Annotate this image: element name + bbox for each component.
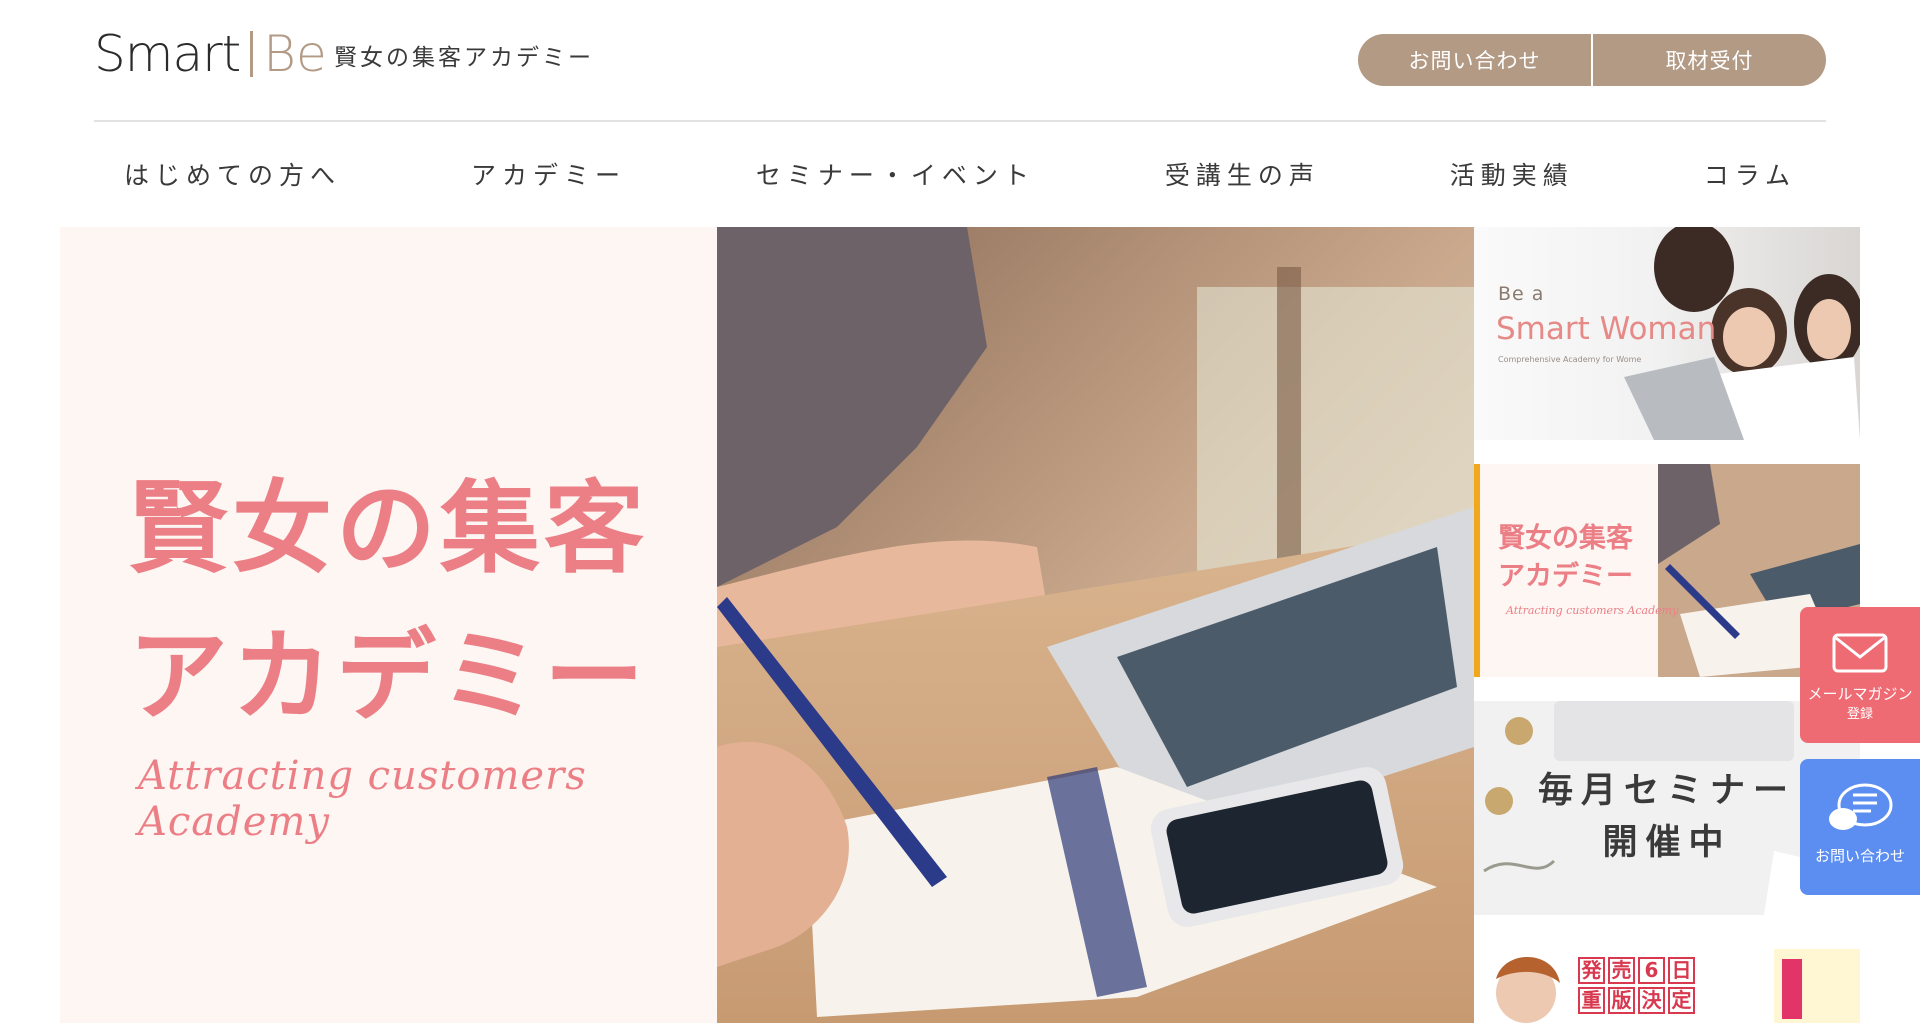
book-char: 決 [1638, 987, 1665, 1014]
book-char: 発 [1578, 957, 1605, 984]
banner-book[interactable]: 発 売 6 日 重 版 決 定 [1474, 939, 1860, 1023]
nav-item-achievements[interactable]: 活動実績 [1420, 156, 1604, 192]
banner-be-a: Be a [1498, 283, 1545, 305]
nav-item-column[interactable]: コラム [1674, 156, 1826, 192]
hero-text-panel: 賢女の集客 アカデミー Attracting customers Academy [60, 227, 717, 1023]
nav-item-seminar-event[interactable]: セミナー・イベント [726, 156, 1065, 192]
book-char: 版 [1608, 987, 1635, 1014]
site-logo[interactable]: Smart Be [94, 24, 327, 84]
banner-academy-title: 賢女の集客 アカデミー [1498, 523, 1633, 592]
press-button[interactable]: 取材受付 [1591, 34, 1826, 86]
hero-slider[interactable]: 賢女の集客 アカデミー Attracting customers Academy [60, 227, 1474, 1023]
hero-title: 賢女の集客 アカデミー [128, 470, 648, 735]
book-char: 日 [1668, 957, 1695, 984]
main-nav: はじめての方へ アカデミー セミナー・イベント 受講生の声 活動実績 コラム [94, 148, 1826, 200]
chat-bubble-icon [1829, 783, 1893, 830]
nav-item-academy[interactable]: アカデミー [441, 156, 656, 192]
site-header: Smart Be 賢女の集客アカデミー お問い合わせ 取材受付 [0, 0, 1920, 120]
book-char: 定 [1668, 987, 1695, 1014]
banner-smart-woman-caption: Comprehensive Academy for Wome [1498, 355, 1642, 364]
logo-smart-text: Smart [94, 25, 241, 83]
contact-tab-label: お問い合わせ [1814, 847, 1905, 865]
mail-magazine-tab[interactable]: メールマガジン 登録 [1800, 607, 1920, 743]
book-char: 重 [1578, 987, 1605, 1014]
nav-item-beginners[interactable]: はじめての方へ [94, 156, 371, 192]
contact-button[interactable]: お問い合わせ [1358, 34, 1591, 86]
mail-magazine-sub: 登録 [1846, 707, 1873, 722]
logo-bar [250, 31, 254, 77]
banner-academy-subtitle: Attracting customers Academy [1506, 604, 1679, 617]
mail-magazine-label: メールマガジン [1807, 685, 1913, 703]
banner-book-headline: 発 売 6 日 重 版 決 定 [1578, 957, 1695, 1014]
nav-item-testimonials[interactable]: 受講生の声 [1135, 156, 1350, 192]
banner-smart-woman[interactable]: Be a Smart Woman Comprehensive Academy f… [1474, 227, 1860, 440]
site-tagline: 賢女の集客アカデミー [334, 45, 594, 71]
logo-be-text: Be [263, 25, 327, 83]
book-char: 売 [1608, 957, 1635, 984]
hero-subtitle: Attracting customers Academy [138, 753, 587, 845]
hero-photo-woman-writing [717, 227, 1474, 1023]
hero-photo-illustration [717, 227, 1474, 1023]
book-char: 6 [1638, 957, 1665, 984]
mail-envelope-icon [1832, 633, 1888, 673]
header-divider [94, 120, 1826, 122]
contact-tab[interactable]: お問い合わせ [1800, 759, 1920, 895]
banner-smart-woman-title: Smart Woman [1496, 311, 1717, 347]
header-button-group: お問い合わせ 取材受付 [1358, 34, 1826, 86]
